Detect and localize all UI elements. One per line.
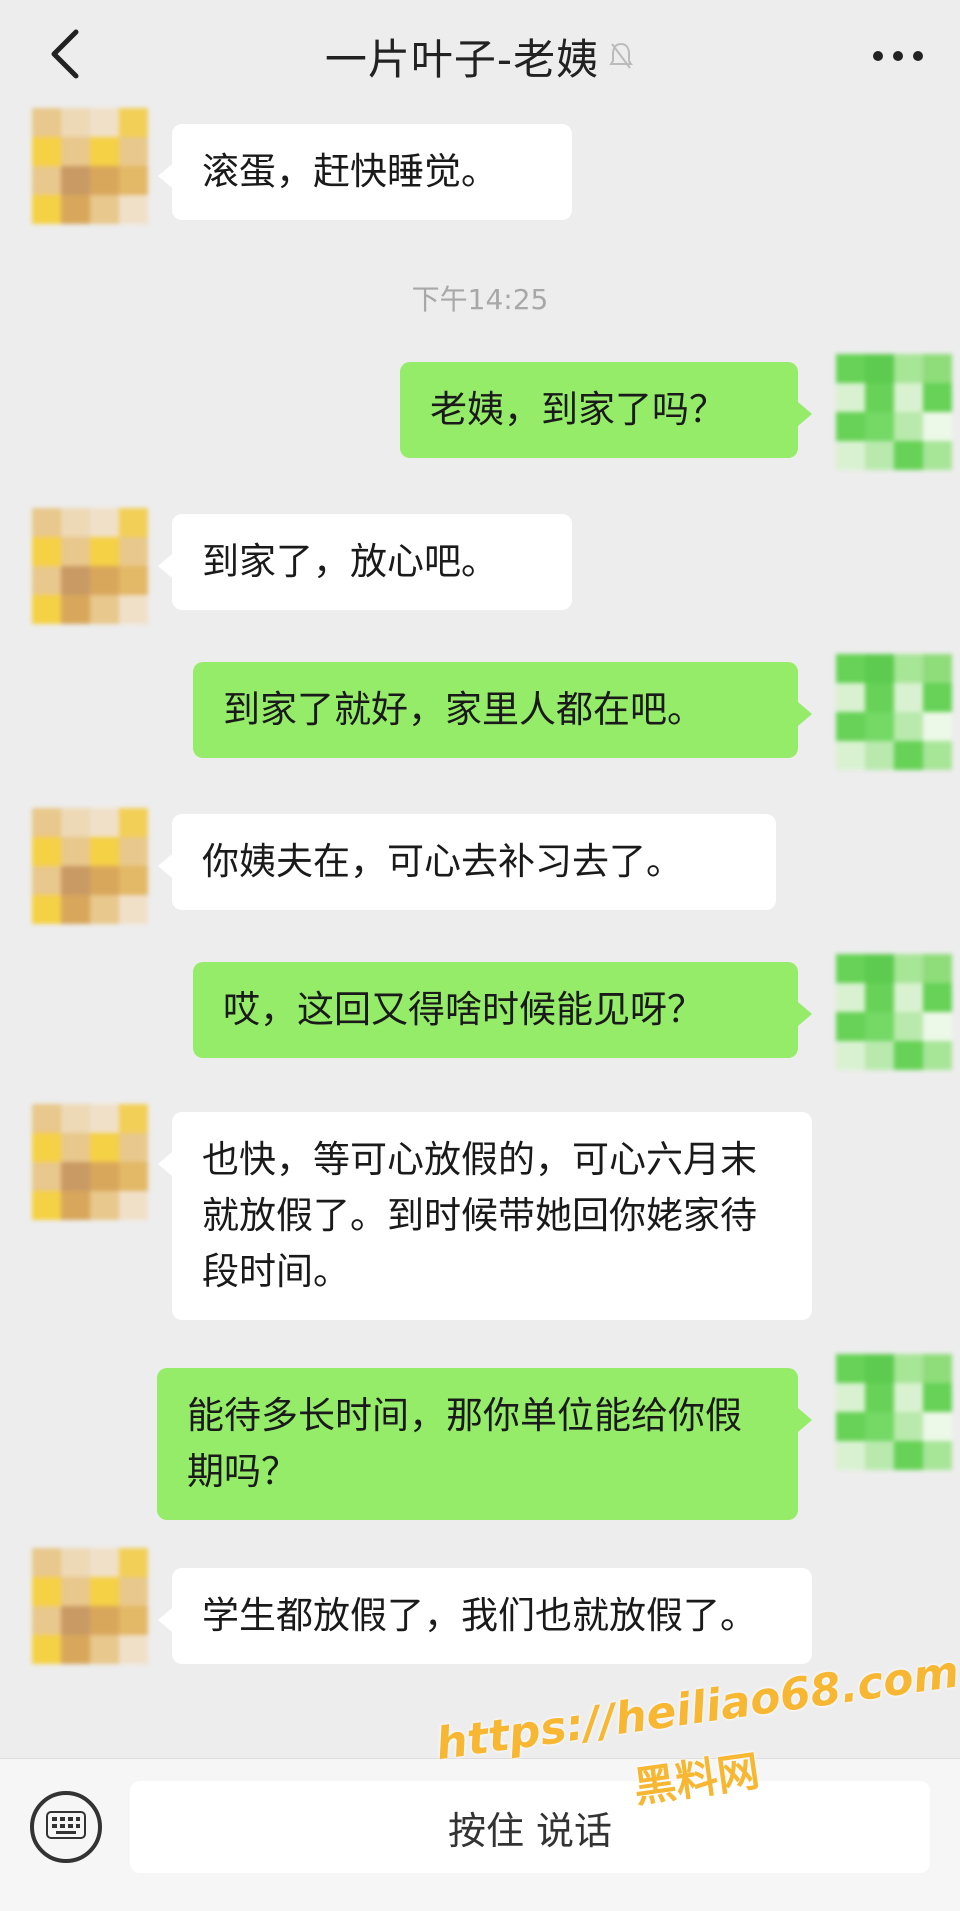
message-bubble[interactable]: 学生都放假了，我们也就放假了。 bbox=[158, 1568, 812, 1664]
input-bar: 按住 说话 bbox=[0, 1758, 960, 1911]
message-bubble[interactable]: 滚蛋，赶快睡觉。 bbox=[158, 124, 572, 220]
my-avatar[interactable] bbox=[836, 954, 952, 1070]
contact-avatar[interactable] bbox=[32, 108, 148, 224]
back-button[interactable] bbox=[30, 20, 102, 92]
chat-header: 一片叶子-老姨 bbox=[0, 0, 960, 118]
message-bubble[interactable]: 你姨夫在，可心去补习去了。 bbox=[158, 814, 776, 910]
message-bubble[interactable]: 也快，等可心放假的，可心六月末就放假了。到时候带她回你姥家待段时间。 bbox=[158, 1112, 812, 1320]
bell-muted-icon bbox=[609, 39, 635, 73]
chat-title: 一片叶子-老姨 bbox=[324, 34, 600, 84]
my-avatar[interactable] bbox=[836, 354, 952, 470]
keyboard-icon bbox=[46, 1811, 86, 1843]
message-bubble[interactable]: 到家了，放心吧。 bbox=[158, 514, 572, 610]
hold-to-talk-button[interactable]: 按住 说话 bbox=[130, 1781, 930, 1873]
message-bubble[interactable]: 到家了就好，家里人都在吧。 bbox=[193, 662, 812, 758]
message-bubble[interactable]: 老姨，到家了吗？ bbox=[400, 362, 812, 458]
contact-avatar[interactable] bbox=[32, 808, 148, 924]
more-button[interactable] bbox=[860, 20, 936, 92]
message-bubble[interactable]: 能待多长时间，那你单位能给你假期吗？ bbox=[157, 1368, 812, 1520]
contact-avatar[interactable] bbox=[32, 508, 148, 624]
chevron-left-icon bbox=[46, 26, 86, 86]
contact-avatar[interactable] bbox=[32, 1104, 148, 1220]
my-avatar[interactable] bbox=[836, 1354, 952, 1470]
message-bubble[interactable]: 哎，这回又得啥时候能见呀？ bbox=[193, 962, 812, 1058]
my-avatar[interactable] bbox=[836, 654, 952, 770]
message-timestamp: 下午14:25 bbox=[411, 283, 549, 316]
contact-avatar[interactable] bbox=[32, 1548, 148, 1664]
more-dots-icon bbox=[872, 47, 924, 66]
message-list[interactable]: 滚蛋，赶快睡觉。 下午14:25 老姨，到家了吗？ 到家了，放心吧。 到家了就好… bbox=[0, 108, 960, 1758]
keyboard-toggle-button[interactable] bbox=[30, 1791, 102, 1863]
